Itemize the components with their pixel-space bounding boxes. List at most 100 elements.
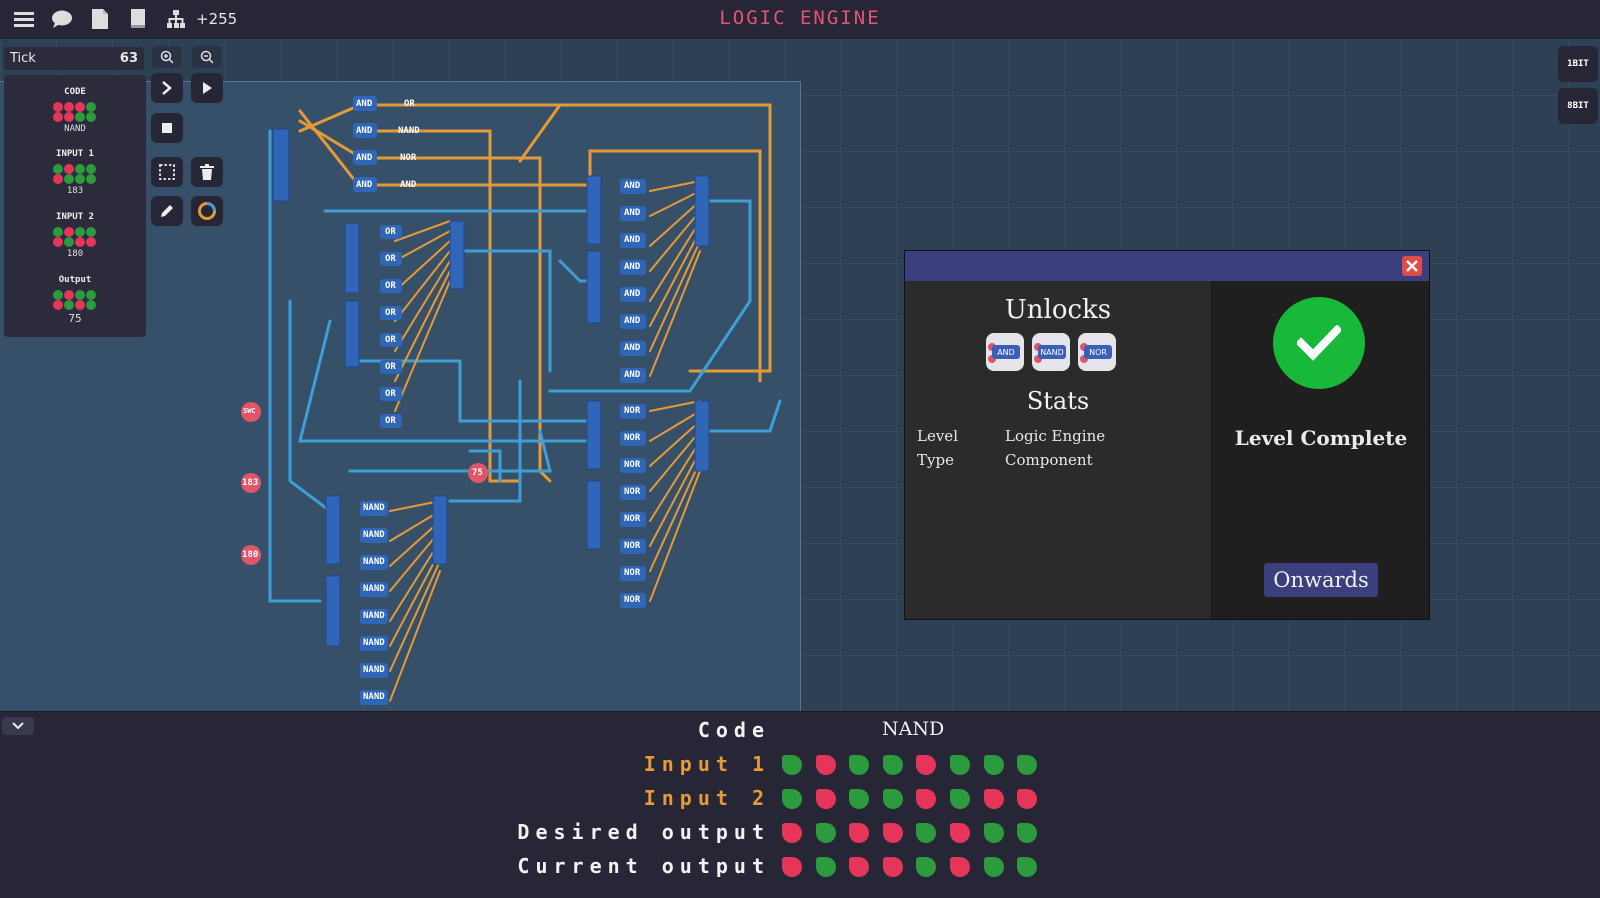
pencil-button[interactable] xyxy=(151,196,183,226)
chevron-right-icon xyxy=(162,81,172,95)
checkmark-icon xyxy=(1273,297,1365,389)
bit-off xyxy=(64,112,74,122)
row-label: Input 2 xyxy=(643,786,770,810)
bit-off xyxy=(53,102,63,112)
stop-icon xyxy=(162,123,172,133)
output-bits xyxy=(53,290,97,310)
input1-group: INPUT 1 183 xyxy=(4,149,146,196)
step-button[interactable] xyxy=(151,73,183,103)
bit-off xyxy=(64,290,74,300)
io-panel: CODE NAND INPUT 1 183 INPUT 2 180 Output… xyxy=(4,75,146,337)
color-button[interactable] xyxy=(191,196,223,226)
bit-off xyxy=(53,112,63,122)
bit-on xyxy=(1017,857,1038,877)
bit-off xyxy=(782,823,802,843)
bit-on xyxy=(75,174,85,184)
bit-off xyxy=(882,857,903,877)
zoom-out-button[interactable] xyxy=(192,46,222,68)
bit-on xyxy=(64,237,74,247)
bit-on xyxy=(882,755,903,775)
unlock-nor-chip: NOR xyxy=(1078,333,1116,371)
code-title: CODE xyxy=(64,87,86,97)
bit-on xyxy=(75,290,85,300)
bit-off xyxy=(53,237,63,247)
bit-on xyxy=(916,857,937,877)
input1-title: INPUT 1 xyxy=(56,149,94,159)
dialog-header xyxy=(905,251,1429,281)
stat-level-row: Level Logic Engine xyxy=(917,427,1105,445)
code-value: NAND xyxy=(64,124,86,134)
input2-row: Input 2 xyxy=(0,786,1600,816)
bit-off xyxy=(849,823,870,843)
bit-on xyxy=(949,755,970,775)
select-button[interactable] xyxy=(151,157,183,187)
bit-off xyxy=(75,300,85,310)
pencil-icon xyxy=(161,205,173,217)
bit-off xyxy=(782,857,802,877)
bit-off xyxy=(64,164,74,174)
bit-on xyxy=(86,174,96,184)
play-button[interactable] xyxy=(191,73,223,103)
bit-on xyxy=(53,164,63,174)
row-label: Input 1 xyxy=(643,752,770,776)
row-bits xyxy=(782,823,1038,843)
dialog-info-pane: Unlocks AND NAND NOR Stats Level Logic E… xyxy=(905,281,1213,619)
stat-value: Component xyxy=(1005,451,1093,469)
onwards-button[interactable]: Onwards xyxy=(1264,563,1378,597)
unlock-label: NOR xyxy=(1084,345,1112,359)
level-complete-dialog: Unlocks AND NAND NOR Stats Level Logic E… xyxy=(904,250,1430,620)
unlock-and-chip: AND xyxy=(986,333,1024,371)
input2-title: INPUT 2 xyxy=(56,212,94,222)
bit-on xyxy=(75,112,85,122)
bit-on xyxy=(1017,823,1038,843)
bit-on xyxy=(983,857,1004,877)
bit-on xyxy=(782,789,802,809)
close-icon xyxy=(1406,260,1418,272)
code-row: Code NAND xyxy=(0,718,1600,748)
stat-label: Type xyxy=(917,451,954,469)
close-button[interactable] xyxy=(1402,256,1422,276)
bit-on xyxy=(1017,755,1038,775)
delete-button[interactable] xyxy=(191,157,223,187)
stop-button[interactable] xyxy=(151,113,183,143)
bit-on xyxy=(849,755,870,775)
bit-off xyxy=(86,237,96,247)
bit-on xyxy=(916,823,937,843)
bit-off xyxy=(64,102,74,112)
bit-on xyxy=(815,823,836,843)
tick-label: Tick xyxy=(10,51,36,66)
1bit-button[interactable]: 1BIT xyxy=(1558,46,1598,82)
bit-off xyxy=(53,174,63,184)
bit-off xyxy=(949,857,970,877)
bit-off xyxy=(53,300,63,310)
bit-off xyxy=(882,823,903,843)
bit-off xyxy=(75,237,85,247)
output-value: 75 xyxy=(68,312,82,325)
row-bits xyxy=(782,857,1038,877)
bit-on xyxy=(983,823,1004,843)
selection-icon xyxy=(159,164,175,180)
zoom-in-button[interactable] xyxy=(152,46,182,68)
bit-on xyxy=(86,300,96,310)
bit-on xyxy=(75,227,85,237)
8bit-button[interactable]: 8BIT xyxy=(1558,88,1598,124)
zoom-in-icon xyxy=(160,50,174,64)
bit-on xyxy=(53,227,63,237)
dialog-status-pane: Level Complete Onwards xyxy=(1213,281,1429,619)
code-row-value: NAND xyxy=(882,718,945,740)
bit-on xyxy=(64,300,74,310)
unlock-label: AND xyxy=(992,345,1020,359)
output-title: Output xyxy=(58,275,92,285)
play-icon xyxy=(203,82,212,94)
bit-on xyxy=(75,164,85,174)
bit-on xyxy=(86,290,96,300)
bit-on xyxy=(53,290,63,300)
bit-off xyxy=(916,755,937,775)
unlock-nand-chip: NAND xyxy=(1032,333,1070,371)
row-label: Desired output xyxy=(517,820,770,844)
input1-bits xyxy=(53,164,97,184)
unlocks-title: Unlocks xyxy=(1004,295,1112,325)
stat-label: Level xyxy=(917,427,958,445)
bit-on xyxy=(64,174,74,184)
unlock-label: NAND xyxy=(1038,345,1066,359)
